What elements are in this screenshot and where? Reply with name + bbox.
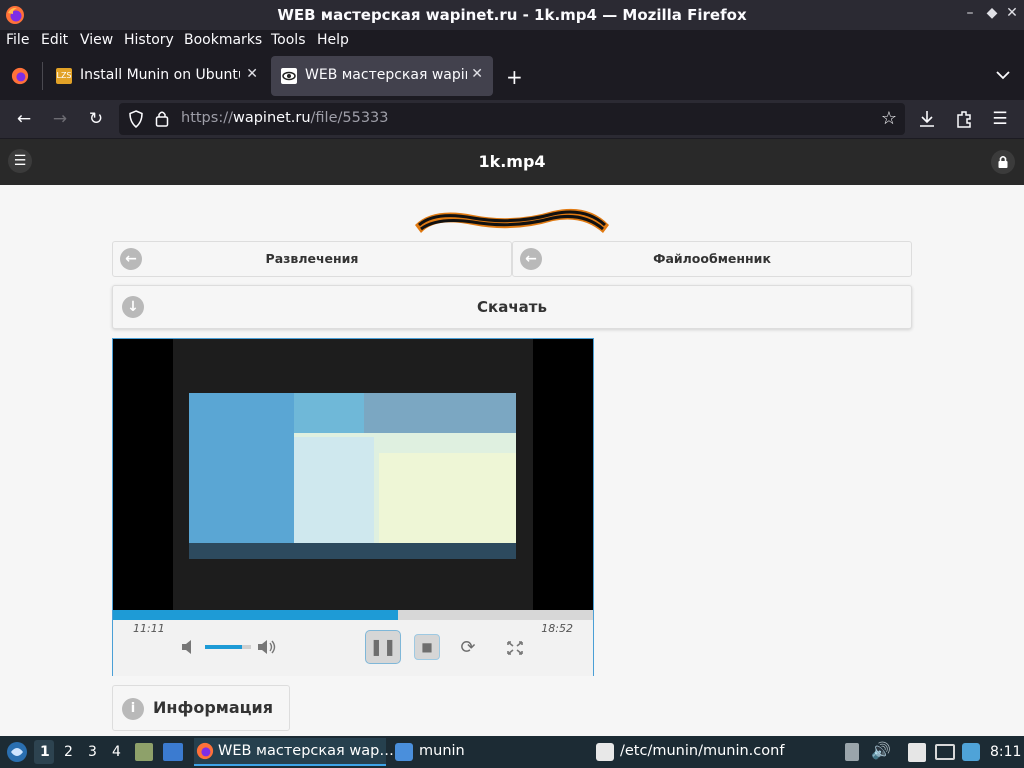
workspace-1[interactable]: 1 bbox=[40, 744, 50, 760]
fullscreen-icon[interactable] bbox=[507, 641, 523, 655]
navigation-bar: ← → ↻ https://wapinet.ru/file/55333 ☆ ☰ bbox=[0, 100, 1024, 138]
close-tab-icon[interactable]: ✕ bbox=[246, 66, 258, 82]
menu-history[interactable]: History bbox=[124, 32, 174, 48]
menu-bar: File Edit View History Bookmarks Tools H… bbox=[0, 30, 1024, 52]
shield-icon[interactable] bbox=[128, 110, 144, 128]
firefox-view-icon[interactable] bbox=[11, 67, 29, 85]
workspace-2[interactable]: 2 bbox=[64, 744, 73, 760]
tab-divider bbox=[42, 62, 43, 90]
volume-slider-fill bbox=[205, 645, 242, 649]
downloads-icon[interactable] bbox=[918, 109, 936, 129]
file-manager-launcher-icon[interactable] bbox=[135, 743, 153, 761]
minimize-button[interactable]: – bbox=[960, 5, 980, 21]
site-header: ☰ 1k.mp4 bbox=[0, 139, 1024, 185]
loop-icon[interactable]: ⟳ bbox=[457, 637, 479, 658]
notification-icon[interactable] bbox=[962, 743, 980, 761]
tab-install-munin[interactable]: LZS Install Munin on Ubuntu ✕ bbox=[46, 56, 268, 96]
st-george-ribbon-logo bbox=[415, 208, 609, 233]
update-notifier-icon[interactable] bbox=[845, 743, 859, 761]
reload-button[interactable]: ↻ bbox=[85, 108, 107, 130]
video-content bbox=[189, 393, 516, 559]
workspace-4[interactable]: 4 bbox=[112, 744, 121, 760]
start-menu-icon[interactable] bbox=[6, 741, 28, 763]
seek-bar[interactable] bbox=[113, 610, 593, 620]
url-bar[interactable]: https://wapinet.ru/file/55333 ☆ bbox=[119, 103, 905, 135]
extensions-icon[interactable] bbox=[955, 109, 973, 129]
menu-view[interactable]: View bbox=[80, 32, 113, 48]
show-desktop-icon[interactable] bbox=[163, 743, 183, 761]
list-tabs-chevron-icon[interactable] bbox=[996, 70, 1010, 80]
player-controls: 11:11 18:52 ❚❚ ■ ⟳ bbox=[113, 610, 593, 676]
window-titlebar: WEB мастерская wapinet.ru - 1k.mp4 — Moz… bbox=[0, 0, 1024, 30]
tab-label: Install Munin on Ubuntu bbox=[80, 67, 240, 83]
task-firefox[interactable]: WEB мастерская wap… bbox=[194, 738, 394, 766]
tab-label: WEB мастерская wapinet bbox=[305, 67, 467, 83]
tab-favicon-icon: LZS bbox=[56, 68, 72, 84]
task-munin-folder[interactable]: munin bbox=[395, 738, 515, 766]
menu-tools[interactable]: Tools bbox=[271, 32, 306, 48]
clock: 8:11 bbox=[990, 744, 1022, 760]
volume-slider[interactable] bbox=[205, 645, 251, 649]
network-icon[interactable] bbox=[935, 744, 955, 760]
new-tab-button[interactable]: + bbox=[506, 65, 523, 89]
info-button[interactable]: i Информация bbox=[112, 685, 290, 731]
eye-favicon-icon bbox=[281, 68, 297, 84]
folder-icon bbox=[395, 743, 413, 761]
tab-wapinet[interactable]: WEB мастерская wapinet ✕ bbox=[271, 56, 493, 96]
page-content: ☰ 1k.mp4 ← Развлечения ← Файлообменник ↓… bbox=[0, 139, 1024, 736]
stop-button[interactable]: ■ bbox=[414, 634, 440, 660]
video-frame[interactable] bbox=[173, 339, 533, 610]
firefox-icon bbox=[196, 742, 214, 760]
maximize-button[interactable]: ◆ bbox=[982, 5, 1002, 21]
volume-max-icon[interactable] bbox=[257, 639, 277, 655]
nav-entertainment-button[interactable]: ← Развлечения bbox=[112, 241, 512, 277]
close-tab-icon[interactable]: ✕ bbox=[471, 66, 483, 82]
volume-tray-icon[interactable]: 🔊 bbox=[871, 741, 891, 760]
duration: 18:52 bbox=[541, 622, 573, 635]
info-icon: i bbox=[122, 698, 144, 720]
site-lock-icon[interactable] bbox=[991, 150, 1015, 174]
task-munin-conf[interactable]: /etc/munin/munin.conf bbox=[596, 738, 796, 766]
workspace-3[interactable]: 3 bbox=[88, 744, 97, 760]
menu-help[interactable]: Help bbox=[317, 32, 349, 48]
lock-icon[interactable] bbox=[155, 110, 169, 127]
download-button[interactable]: ↓ Скачать bbox=[112, 285, 912, 329]
taskbar: 1 2 3 4 WEB мастерская wap… munin /etc/m… bbox=[0, 736, 1024, 768]
bookmark-star-icon[interactable]: ☆ bbox=[881, 108, 897, 129]
pause-button[interactable]: ❚❚ bbox=[365, 630, 401, 664]
close-window-button[interactable]: ✕ bbox=[1002, 5, 1022, 21]
menu-file[interactable]: File bbox=[6, 32, 29, 48]
app-menu-button[interactable]: ☰ bbox=[989, 108, 1011, 130]
menu-edit[interactable]: Edit bbox=[41, 32, 68, 48]
window-title: WEB мастерская wapinet.ru - 1k.mp4 — Moz… bbox=[277, 6, 747, 24]
forward-button[interactable]: → bbox=[49, 108, 71, 130]
video-player[interactable]: 11:11 18:52 ❚❚ ■ ⟳ bbox=[112, 338, 594, 676]
page-title: 1k.mp4 bbox=[478, 152, 546, 171]
url-text[interactable]: https://wapinet.ru/file/55333 bbox=[181, 110, 389, 126]
volume-mute-icon[interactable] bbox=[181, 639, 195, 655]
seek-bar-fill bbox=[113, 610, 398, 620]
text-editor-icon bbox=[596, 743, 614, 761]
nav-fileshare-button[interactable]: ← Файлообменник bbox=[512, 241, 912, 277]
tab-bar: LZS Install Munin on Ubuntu ✕ WEB мастер… bbox=[0, 52, 1024, 100]
clipboard-icon[interactable] bbox=[908, 743, 926, 762]
menu-bookmarks[interactable]: Bookmarks bbox=[184, 32, 262, 48]
back-button[interactable]: ← bbox=[13, 108, 35, 130]
current-time: 11:11 bbox=[133, 622, 165, 635]
